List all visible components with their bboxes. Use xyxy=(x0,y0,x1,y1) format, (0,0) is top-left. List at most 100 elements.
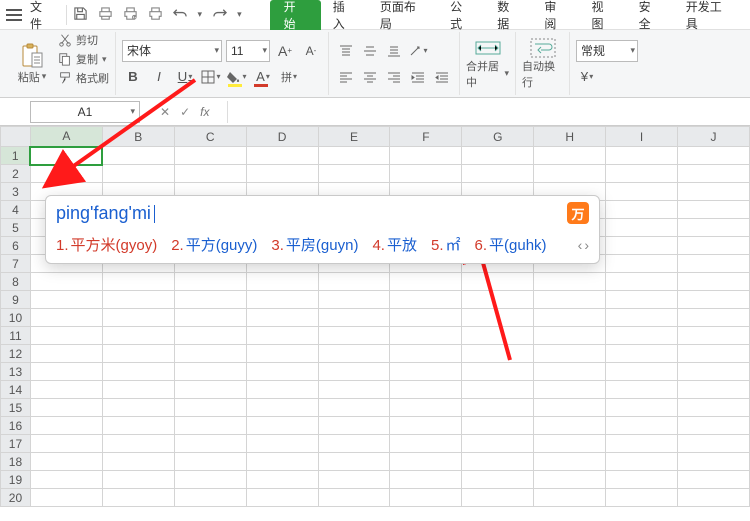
cell[interactable] xyxy=(606,219,678,237)
undo-dropdown-icon[interactable]: ▾ xyxy=(198,9,203,20)
cell[interactable] xyxy=(390,417,462,435)
cell[interactable] xyxy=(606,183,678,201)
col-header-C[interactable]: C xyxy=(174,127,246,147)
cell[interactable] xyxy=(30,417,102,435)
cell[interactable] xyxy=(677,219,749,237)
cell[interactable] xyxy=(102,453,174,471)
cell[interactable] xyxy=(534,273,606,291)
cell[interactable] xyxy=(390,147,462,165)
merge-icon[interactable] xyxy=(475,38,501,58)
cell[interactable] xyxy=(677,435,749,453)
bold-button[interactable]: B xyxy=(122,66,144,88)
cell[interactable] xyxy=(390,471,462,489)
cell[interactable] xyxy=(677,165,749,183)
row-header[interactable]: 4 xyxy=(1,201,31,219)
cell[interactable] xyxy=(534,453,606,471)
cell[interactable] xyxy=(462,381,534,399)
indent-decrease-icon[interactable] xyxy=(407,66,429,88)
cell[interactable] xyxy=(318,165,390,183)
cell[interactable] xyxy=(174,471,246,489)
cell[interactable] xyxy=(462,489,534,507)
row-header[interactable]: 14 xyxy=(1,381,31,399)
cell[interactable] xyxy=(102,309,174,327)
cell[interactable] xyxy=(462,471,534,489)
col-header-J[interactable]: J xyxy=(677,127,749,147)
cell[interactable] xyxy=(318,363,390,381)
format-painter-button[interactable]: 格式刷 xyxy=(58,70,109,86)
hamburger-icon[interactable] xyxy=(6,14,22,16)
grid[interactable]: A B C D E F G H I J 1 2 3 4 5 6 7 8 9 10… xyxy=(0,126,750,507)
border-button[interactable]: ▾ xyxy=(200,66,222,88)
cell[interactable] xyxy=(102,417,174,435)
row-header[interactable]: 17 xyxy=(1,435,31,453)
row-header[interactable]: 3 xyxy=(1,183,31,201)
cell[interactable] xyxy=(534,327,606,345)
cell[interactable] xyxy=(534,309,606,327)
cell[interactable] xyxy=(390,399,462,417)
cell[interactable] xyxy=(246,345,318,363)
cell[interactable] xyxy=(390,381,462,399)
font-name-select[interactable]: 宋体▾ xyxy=(122,40,222,62)
ime-next-page-icon[interactable]: › xyxy=(584,237,589,253)
cell[interactable] xyxy=(318,147,390,165)
cell[interactable] xyxy=(606,165,678,183)
currency-icon[interactable]: ¥▾ xyxy=(576,66,598,88)
col-header-G[interactable]: G xyxy=(462,127,534,147)
cell[interactable] xyxy=(677,327,749,345)
col-header-E[interactable]: E xyxy=(318,127,390,147)
cell[interactable] xyxy=(677,381,749,399)
cell[interactable] xyxy=(462,417,534,435)
row-header[interactable]: 15 xyxy=(1,399,31,417)
cell[interactable] xyxy=(677,471,749,489)
cell[interactable] xyxy=(534,291,606,309)
cell[interactable] xyxy=(246,273,318,291)
cell[interactable] xyxy=(102,327,174,345)
fill-color-button[interactable]: ▾ xyxy=(226,66,248,88)
cell[interactable] xyxy=(318,471,390,489)
phonetic-button[interactable]: 拼▾ xyxy=(278,66,300,88)
redo-icon[interactable] xyxy=(212,6,227,24)
cell[interactable] xyxy=(246,489,318,507)
tab-home[interactable]: 开始 xyxy=(270,0,321,30)
cell[interactable] xyxy=(606,489,678,507)
row-header[interactable]: 11 xyxy=(1,327,31,345)
number-format-select[interactable]: 常规▾ xyxy=(576,40,638,62)
cell[interactable] xyxy=(102,345,174,363)
cell[interactable] xyxy=(30,327,102,345)
cell[interactable] xyxy=(30,489,102,507)
cell[interactable] xyxy=(174,381,246,399)
italic-button[interactable]: I xyxy=(148,66,170,88)
align-left-icon[interactable] xyxy=(335,66,357,88)
cell[interactable] xyxy=(246,453,318,471)
cell[interactable] xyxy=(390,291,462,309)
name-box[interactable]: A1▾ xyxy=(30,101,140,123)
file-menu[interactable]: 文件 xyxy=(30,0,54,32)
cell[interactable] xyxy=(30,453,102,471)
cell[interactable] xyxy=(534,417,606,435)
cell[interactable] xyxy=(462,147,534,165)
col-header-A[interactable]: A xyxy=(30,127,102,147)
tab-page-layout[interactable]: 页面布局 xyxy=(368,0,438,30)
cell[interactable] xyxy=(30,363,102,381)
underline-button[interactable]: U▾ xyxy=(174,66,196,88)
align-middle-icon[interactable] xyxy=(359,40,381,62)
increase-font-icon[interactable]: A+ xyxy=(274,40,296,62)
cell[interactable] xyxy=(30,471,102,489)
cell[interactable] xyxy=(606,471,678,489)
cell[interactable] xyxy=(30,165,102,183)
font-size-select[interactable]: 11▾ xyxy=(226,40,270,62)
font-color-button[interactable]: A▾ xyxy=(252,66,274,88)
cell[interactable] xyxy=(462,273,534,291)
cell[interactable] xyxy=(30,435,102,453)
cell[interactable] xyxy=(102,399,174,417)
wrap-label[interactable]: 自动换行 xyxy=(522,61,555,89)
cell[interactable] xyxy=(606,399,678,417)
cell[interactable] xyxy=(606,147,678,165)
cell[interactable] xyxy=(606,363,678,381)
tab-view[interactable]: 视图 xyxy=(579,0,626,30)
cell[interactable] xyxy=(677,363,749,381)
cancel-icon[interactable]: ✕ xyxy=(160,105,170,119)
cell[interactable] xyxy=(30,273,102,291)
enter-icon[interactable]: ✓ xyxy=(180,105,190,119)
cell[interactable] xyxy=(534,165,606,183)
